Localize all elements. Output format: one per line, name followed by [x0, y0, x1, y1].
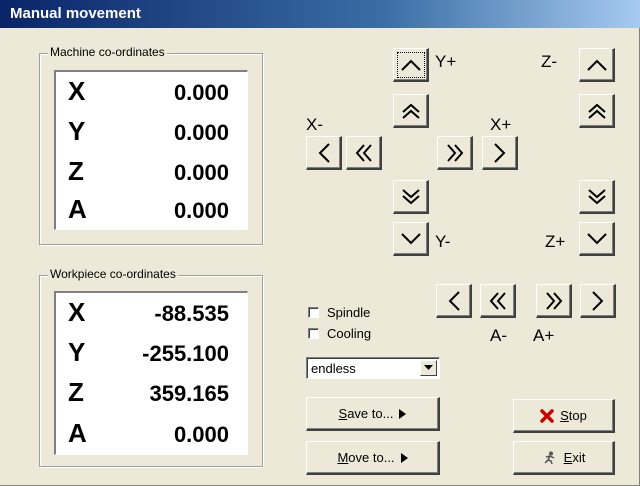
stop-label: Stop: [560, 408, 587, 423]
move-to-button[interactable]: Move to...: [306, 441, 440, 475]
x-plus-step-button[interactable]: [482, 136, 518, 170]
manual-movement-window: Manual movement Machine co-ordinates X 0…: [0, 0, 640, 486]
y-plus-label: Y+: [435, 52, 457, 71]
coordinate-value: 359.165: [149, 381, 229, 406]
spindle-checkbox[interactable]: Spindle: [308, 305, 370, 320]
axis-label: Z: [68, 156, 84, 186]
machine-row-a: A 0.000: [56, 190, 247, 230]
triangle-right-icon: [400, 452, 408, 463]
axis-label: X: [68, 297, 86, 327]
chevron-down-icon: [586, 232, 607, 244]
double-chevron-right-icon: [446, 143, 463, 162]
a-minus-fast-button[interactable]: [480, 284, 516, 318]
machine-coordinates-legend: Machine co-ordinates: [48, 45, 167, 59]
double-chevron-up-icon: [587, 103, 606, 119]
cooling-checkbox[interactable]: Cooling: [308, 326, 371, 341]
axis-label: Y: [68, 337, 86, 367]
y-plus-step-button[interactable]: [393, 48, 429, 82]
z-plus-step-button[interactable]: [579, 222, 615, 256]
double-chevron-left-icon: [355, 143, 372, 162]
coordinate-value: 0.000: [173, 422, 229, 447]
y-minus-fast-button[interactable]: [393, 180, 429, 214]
workpiece-coordinates-panel: X -88.535 Y -255.100 Z 359.165 A 0.000: [54, 291, 248, 455]
a-plus-fast-button[interactable]: [536, 284, 572, 318]
machine-row-z: Z 0.000: [56, 152, 247, 192]
axis-label: A: [68, 418, 87, 448]
running-figure-exit-icon: [544, 451, 554, 464]
stop-button[interactable]: Stop: [513, 399, 615, 433]
workpiece-coordinates-group: Workpiece co-ordinates X -88.535 Y -255.…: [39, 267, 263, 467]
double-chevron-down-icon: [401, 188, 420, 204]
workpiece-coordinates-legend: Workpiece co-ordinates: [48, 267, 178, 281]
exit-button[interactable]: Exit: [513, 441, 615, 475]
x-plus-fast-button[interactable]: [437, 136, 473, 170]
chevron-right-icon: [493, 142, 505, 163]
y-minus-step-button[interactable]: [393, 222, 429, 256]
exit-label: Exit: [563, 450, 586, 465]
dropdown-arrow-button[interactable]: [420, 360, 437, 376]
chevron-left-icon: [318, 142, 330, 163]
y-minus-label: Y-: [435, 232, 451, 251]
coordinate-value: 0.000: [173, 198, 229, 223]
a-plus-step-button[interactable]: [580, 284, 616, 318]
window-title: Manual movement: [0, 0, 640, 28]
save-to-label: Save to...: [338, 406, 394, 421]
axis-label: Y: [68, 116, 86, 146]
machine-row-x: X 0.000: [56, 72, 247, 112]
chevron-down-icon: [400, 232, 421, 244]
triangle-right-icon: [399, 408, 407, 419]
z-plus-label: Z+: [545, 232, 566, 251]
axis-label: Z: [68, 377, 84, 407]
cooling-label: Cooling: [327, 326, 372, 341]
axis-label: A: [68, 194, 87, 224]
double-chevron-left-icon: [489, 291, 506, 310]
double-chevron-right-icon: [545, 291, 562, 310]
x-minus-fast-button[interactable]: [346, 136, 382, 170]
a-minus-step-button[interactable]: [436, 284, 472, 318]
a-minus-label: A-: [490, 326, 507, 345]
coordinate-value: 0.000: [173, 160, 229, 185]
workpiece-row-x: X -88.535: [56, 293, 247, 333]
coordinate-value: 0.000: [173, 120, 229, 145]
workpiece-row-a: A 0.000: [56, 414, 247, 454]
z-plus-fast-button[interactable]: [579, 180, 615, 214]
chevron-right-icon: [591, 290, 603, 311]
machine-coordinates-group: Machine co-ordinates X 0.000 Y 0.000 Z 0…: [39, 45, 263, 245]
movement-mode-value: endless: [311, 361, 356, 376]
movement-mode-select[interactable]: endless: [306, 357, 440, 379]
chevron-up-icon: [586, 59, 607, 71]
double-chevron-down-icon: [587, 188, 606, 204]
spindle-label: Spindle: [327, 305, 371, 320]
checkbox-box[interactable]: [308, 307, 319, 318]
workpiece-row-y: Y -255.100: [56, 333, 247, 373]
z-minus-label: Z-: [541, 52, 558, 71]
chevron-down-icon: [424, 365, 433, 370]
x-minus-label: X-: [306, 115, 323, 134]
coordinate-value: 0.000: [173, 80, 229, 105]
x-plus-label: X+: [490, 115, 512, 134]
x-minus-step-button[interactable]: [306, 136, 342, 170]
a-plus-label: A+: [533, 326, 555, 345]
red-x-stop-icon: [540, 408, 554, 423]
axis-label: X: [68, 76, 86, 106]
chevron-left-icon: [448, 290, 460, 311]
coordinate-value: -88.535: [154, 301, 229, 326]
chevron-up-icon: [400, 59, 421, 71]
z-minus-step-button[interactable]: [579, 48, 615, 82]
z-minus-fast-button[interactable]: [579, 94, 615, 128]
workpiece-row-z: Z 359.165: [56, 373, 247, 413]
double-chevron-up-icon: [401, 103, 420, 119]
checkbox-box[interactable]: [308, 328, 319, 339]
coordinate-value: -255.100: [142, 341, 229, 366]
machine-row-y: Y 0.000: [56, 112, 247, 152]
y-plus-fast-button[interactable]: [393, 94, 429, 128]
save-to-button[interactable]: Save to...: [306, 397, 440, 431]
move-to-label: Move to...: [337, 450, 395, 465]
machine-coordinates-panel: X 0.000 Y 0.000 Z 0.000 A 0.000: [54, 70, 248, 230]
